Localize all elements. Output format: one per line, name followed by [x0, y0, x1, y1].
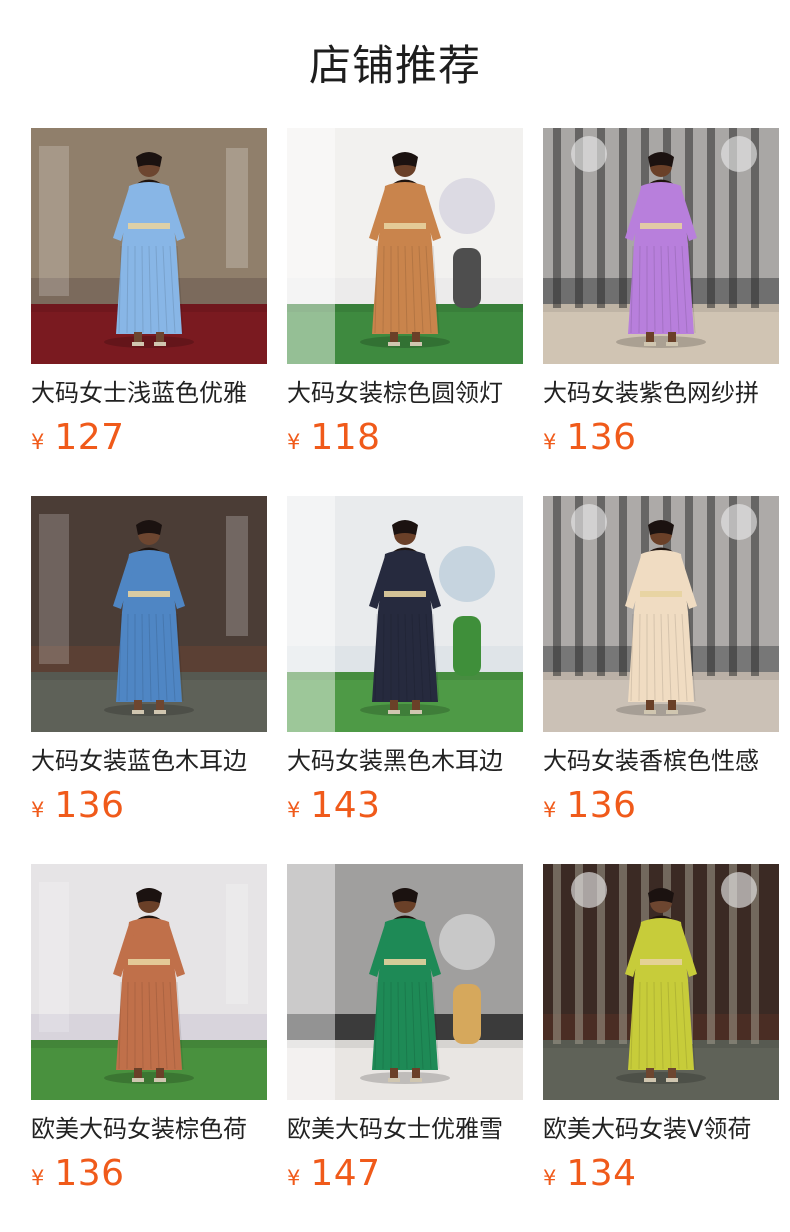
woman-light-blue-dress-photo: [31, 128, 267, 364]
product-price: ¥136: [543, 784, 637, 828]
price-amount: 118: [310, 417, 381, 458]
currency-symbol: ¥: [31, 1166, 45, 1190]
price-amount: 136: [54, 1153, 125, 1194]
product-name[interactable]: 大码女装紫色网纱拼: [543, 375, 779, 411]
currency-symbol: ¥: [543, 1166, 557, 1190]
woman-brown-pleated-dress-photo: [287, 128, 523, 364]
product-name[interactable]: 大码女装黑色木耳边: [287, 743, 523, 779]
product-grid: 大码女士浅蓝色优雅 ¥127 大码女装棕色圆领灯 ¥118 大码女装紫色网纱拼 ¥136 大…: [31, 128, 779, 1200]
product-name[interactable]: 欧美大码女装棕色荷: [31, 1111, 267, 1147]
product-name[interactable]: 大码女装蓝色木耳边: [31, 743, 267, 779]
product-image[interactable]: [543, 496, 779, 732]
product-price: ¥136: [543, 416, 637, 460]
product-name[interactable]: 欧美大码女士优雅雪: [287, 1111, 523, 1147]
woman-green-ruffle-dress-photo: [287, 864, 523, 1100]
product-name[interactable]: 大码女士浅蓝色优雅: [31, 375, 267, 411]
product-price: ¥118: [287, 416, 381, 460]
woman-blue-ruffle-dress-photo: [31, 496, 267, 732]
product-card[interactable]: 欧美大码女装棕色荷 ¥136: [31, 864, 267, 1200]
price-amount: 143: [310, 785, 381, 826]
product-card[interactable]: 大码女士浅蓝色优雅 ¥127: [31, 128, 267, 464]
product-name[interactable]: 大码女装棕色圆领灯: [287, 375, 523, 411]
currency-symbol: ¥: [287, 1166, 301, 1190]
product-price: ¥147: [287, 1152, 381, 1196]
product-image[interactable]: [543, 128, 779, 364]
product-card[interactable]: 大码女装棕色圆领灯 ¥118: [287, 128, 523, 464]
product-price: ¥134: [543, 1152, 637, 1196]
woman-champagne-gown-photo: [543, 496, 779, 732]
product-image[interactable]: [287, 496, 523, 732]
product-image[interactable]: [543, 864, 779, 1100]
product-card[interactable]: 大码女装蓝色木耳边 ¥136: [31, 496, 267, 832]
page-title: 店铺推荐: [308, 41, 481, 90]
price-amount: 136: [54, 785, 125, 826]
product-price: ¥143: [287, 784, 381, 828]
currency-symbol: ¥: [287, 430, 301, 454]
product-card[interactable]: 欧美大码女士优雅雪 ¥147: [287, 864, 523, 1200]
product-price: ¥127: [31, 416, 125, 460]
currency-symbol: ¥: [31, 430, 45, 454]
price-amount: 127: [54, 417, 125, 458]
product-price: ¥136: [31, 784, 125, 828]
currency-symbol: ¥: [543, 430, 557, 454]
product-card[interactable]: 大码女装紫色网纱拼 ¥136: [543, 128, 779, 464]
product-name[interactable]: 欧美大码女装V领荷: [543, 1111, 779, 1147]
product-card[interactable]: 大码女装黑色木耳边 ¥143: [287, 496, 523, 832]
woman-black-pleated-dress-photo: [287, 496, 523, 732]
product-image[interactable]: [31, 128, 267, 364]
woman-rust-pleated-dress-photo: [31, 864, 267, 1100]
price-amount: 147: [310, 1153, 381, 1194]
price-amount: 134: [566, 1153, 637, 1194]
price-amount: 136: [566, 417, 637, 458]
product-name[interactable]: 大码女装香槟色性感: [543, 743, 779, 779]
product-card[interactable]: 欧美大码女装V领荷 ¥134: [543, 864, 779, 1200]
product-price: ¥136: [31, 1152, 125, 1196]
product-image[interactable]: [31, 864, 267, 1100]
currency-symbol: ¥: [543, 798, 557, 822]
product-image[interactable]: [287, 128, 523, 364]
recommendation-page: 店铺推荐 大码女士浅蓝色优雅 ¥127 大码女装棕色圆领灯 ¥118 大码女装紫色网纱拼…: [0, 0, 790, 1232]
product-image[interactable]: [287, 864, 523, 1100]
price-amount: 136: [566, 785, 637, 826]
currency-symbol: ¥: [287, 798, 301, 822]
product-card[interactable]: 大码女装香槟色性感 ¥136: [543, 496, 779, 832]
currency-symbol: ¥: [31, 798, 45, 822]
woman-chartreuse-ruffle-dress-photo: [543, 864, 779, 1100]
product-image[interactable]: [31, 496, 267, 732]
woman-purple-gown-photo: [543, 128, 779, 364]
